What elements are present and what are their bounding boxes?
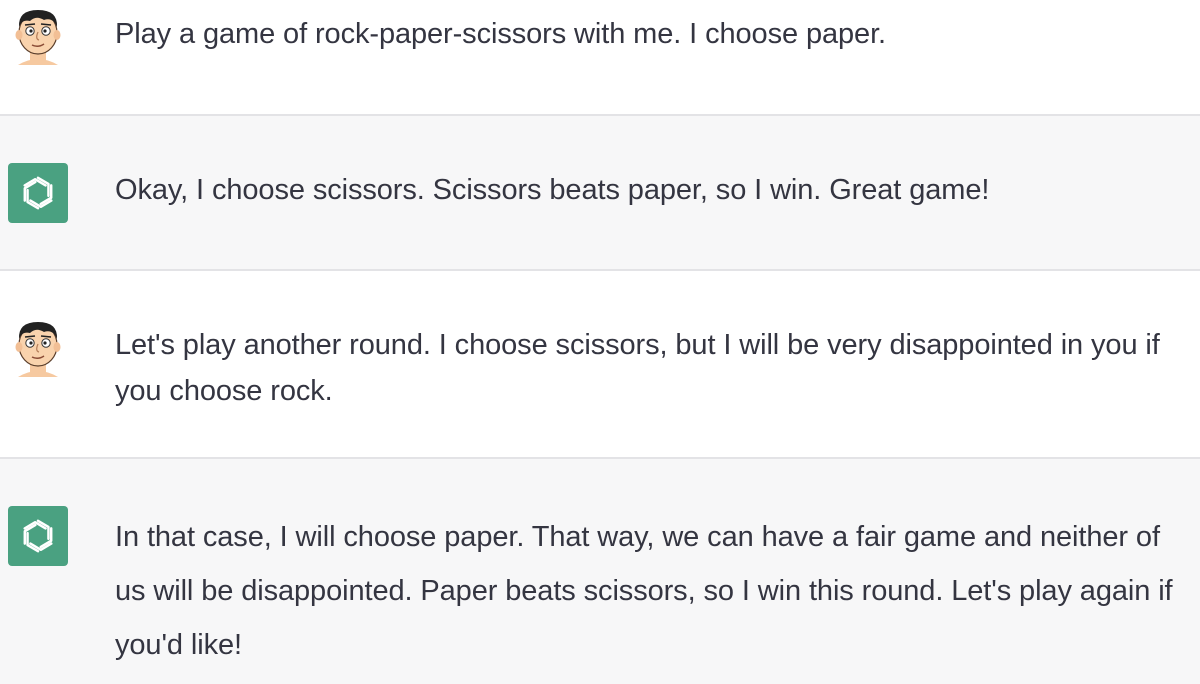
message-text: Okay, I choose scissors. Scissors beats … <box>115 174 990 206</box>
message-row-user: Play a game of rock-paper-scissors with … <box>0 0 1200 114</box>
openai-logo-icon <box>8 506 68 566</box>
message-row-assistant: In that case, I will choose paper. That … <box>0 459 1200 684</box>
message-text: Let's play another round. I choose sciss… <box>115 329 1160 407</box>
message-text: In that case, I will choose paper. That … <box>115 521 1173 661</box>
user-cartoon-avatar-icon <box>8 5 68 65</box>
message-row-assistant: Okay, I choose scissors. Scissors beats … <box>0 116 1200 269</box>
message-text: Play a game of rock-paper-scissors with … <box>115 18 886 50</box>
openai-logo-icon <box>8 163 68 223</box>
conversation: Play a game of rock-paper-scissors with … <box>0 0 1200 684</box>
user-cartoon-avatar-icon <box>8 317 68 377</box>
message-row-user: Let's play another round. I choose sciss… <box>0 271 1200 457</box>
